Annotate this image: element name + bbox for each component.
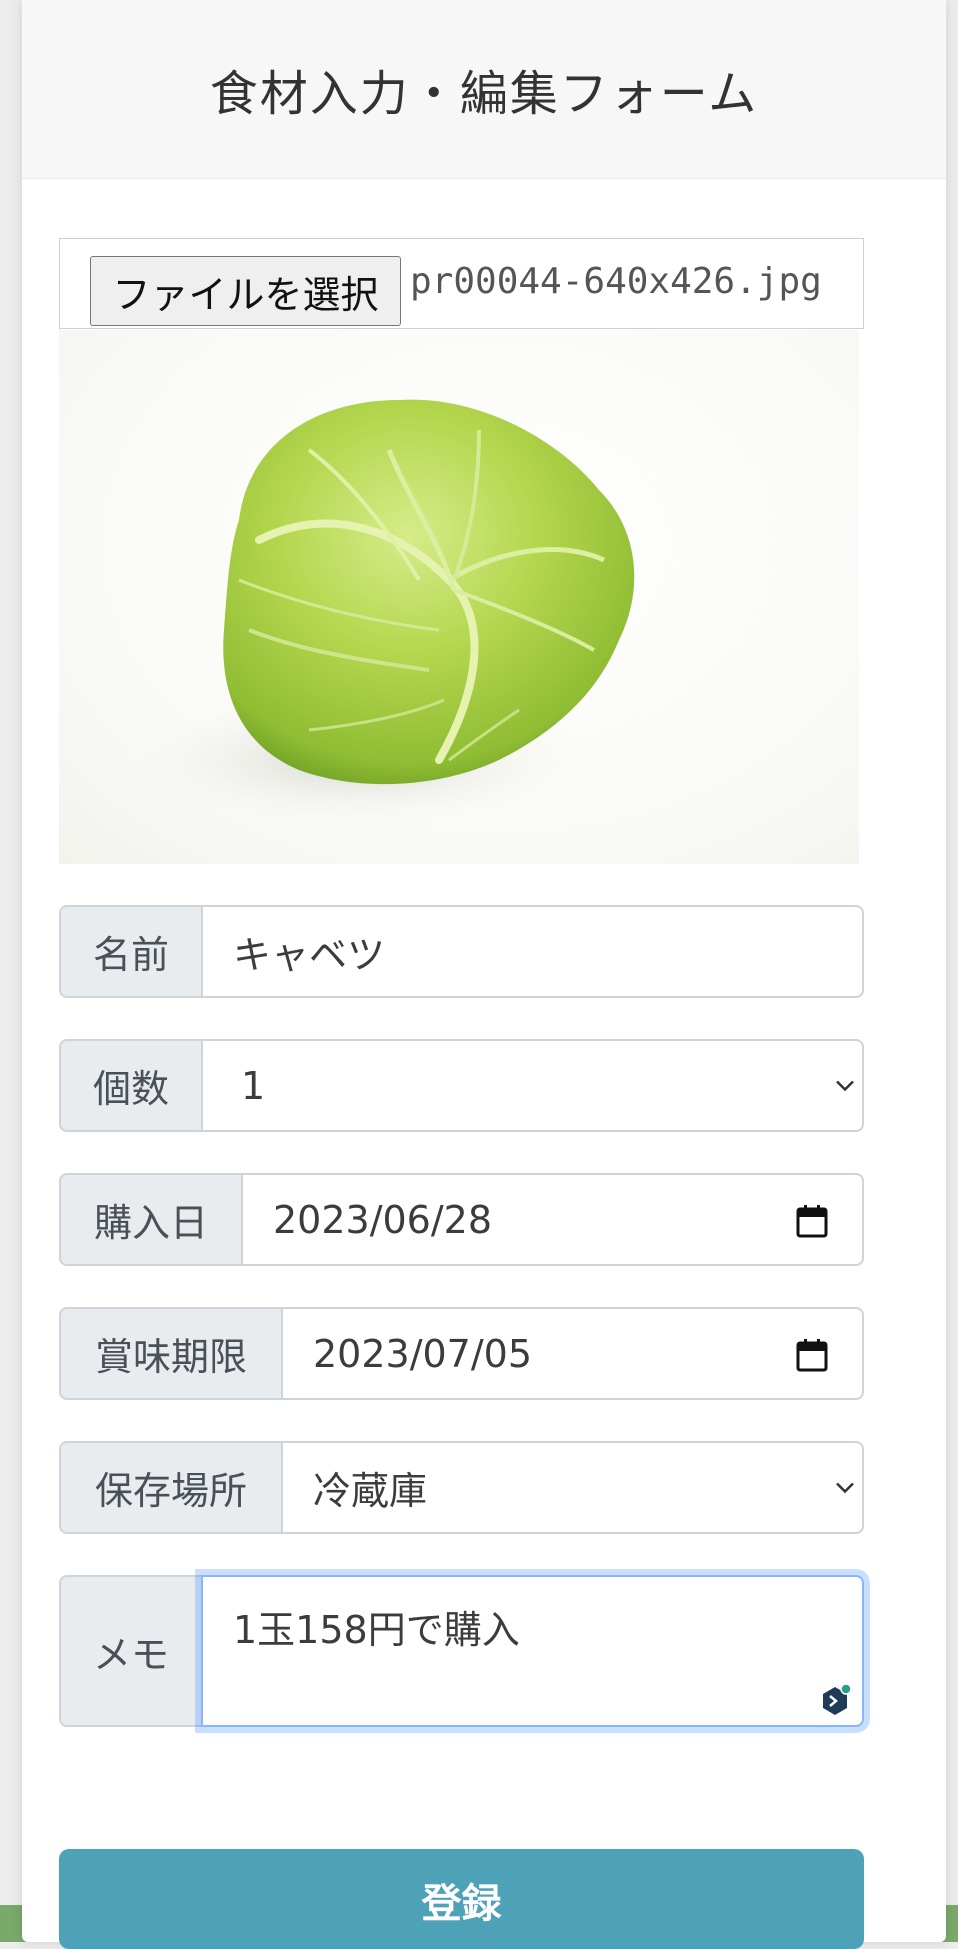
chevron-down-icon bbox=[834, 1073, 856, 1098]
quantity-field-group: 個数 1 bbox=[59, 1039, 864, 1132]
name-input[interactable]: キャベツ bbox=[201, 905, 864, 998]
expiry-date-value: 2023/07/05 bbox=[313, 1331, 533, 1376]
chevron-down-icon bbox=[834, 1475, 856, 1500]
calendar-icon[interactable] bbox=[796, 1337, 828, 1371]
page-title: 食材入力・編集フォーム bbox=[209, 66, 759, 122]
expiry-date-input[interactable]: 2023/07/05 bbox=[281, 1307, 864, 1400]
memo-label: メモ bbox=[59, 1575, 201, 1727]
file-input[interactable]: ファイルを選択 pr00044-640x426.jpg bbox=[59, 238, 864, 329]
grammar-assistant-icon[interactable] bbox=[818, 1683, 852, 1717]
name-field-group: 名前 キャベツ bbox=[59, 905, 864, 998]
memo-field-group: メモ 1玉158円で購入 bbox=[59, 1575, 864, 1727]
storage-label: 保存場所 bbox=[59, 1441, 281, 1534]
storage-value: 冷蔵庫 bbox=[313, 1469, 428, 1513]
card-header: 食材入力・編集フォーム bbox=[22, 0, 946, 179]
register-button[interactable]: 登録 bbox=[59, 1849, 864, 1949]
choose-file-button[interactable]: ファイルを選択 bbox=[90, 256, 401, 326]
calendar-icon[interactable] bbox=[796, 1203, 828, 1237]
memo-value: 1玉158円で購入 bbox=[233, 1608, 520, 1652]
quantity-label: 個数 bbox=[59, 1039, 201, 1132]
expiry-date-field-group: 賞味期限 2023/07/05 bbox=[59, 1307, 864, 1400]
purchase-date-value: 2023/06/28 bbox=[273, 1197, 493, 1242]
purchase-date-input[interactable]: 2023/06/28 bbox=[241, 1173, 864, 1266]
memo-textarea[interactable]: 1玉158円で購入 bbox=[201, 1575, 864, 1727]
quantity-select[interactable]: 1 bbox=[201, 1039, 864, 1132]
cabbage-image bbox=[99, 399, 635, 835]
selected-file-name: pr00044-640x426.jpg bbox=[410, 261, 822, 302]
storage-select[interactable]: 冷蔵庫 bbox=[281, 1441, 864, 1534]
name-label: 名前 bbox=[59, 905, 201, 998]
purchase-date-label: 購入日 bbox=[59, 1173, 241, 1266]
expiry-date-label: 賞味期限 bbox=[59, 1307, 281, 1400]
storage-field-group: 保存場所 冷蔵庫 bbox=[59, 1441, 864, 1534]
cabbage-photo bbox=[59, 330, 859, 864]
purchase-date-field-group: 購入日 2023/06/28 bbox=[59, 1173, 864, 1266]
quantity-value: 1 bbox=[241, 1063, 266, 1108]
